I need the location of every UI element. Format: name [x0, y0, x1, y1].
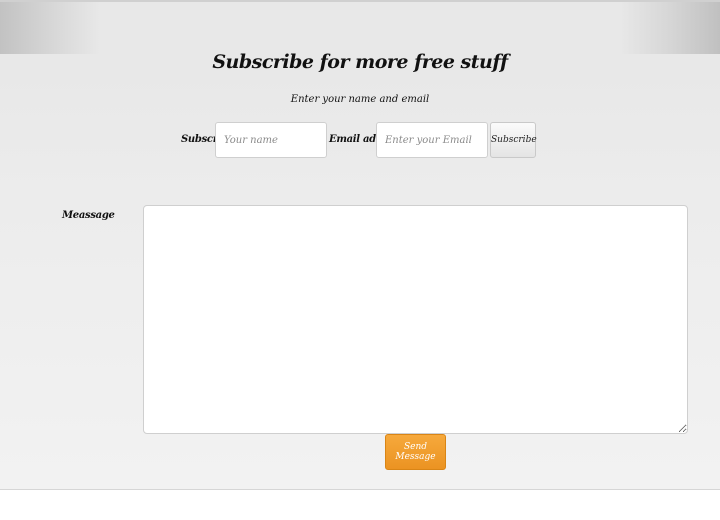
header-band	[0, 2, 720, 54]
send-message-button[interactable]: Send Message	[385, 434, 446, 470]
message-textarea[interactable]	[143, 205, 688, 434]
subscribe-panel: Subscribe for more free stuff Enter your…	[0, 0, 720, 490]
email-input[interactable]	[376, 122, 488, 158]
subscribe-button[interactable]: Subscribe	[490, 122, 537, 158]
name-input[interactable]	[215, 122, 327, 158]
page-title: Subscribe for more free stuff	[212, 51, 508, 73]
page-subtitle: Enter your name and email	[290, 94, 430, 105]
message-label: Meassage	[62, 210, 115, 221]
